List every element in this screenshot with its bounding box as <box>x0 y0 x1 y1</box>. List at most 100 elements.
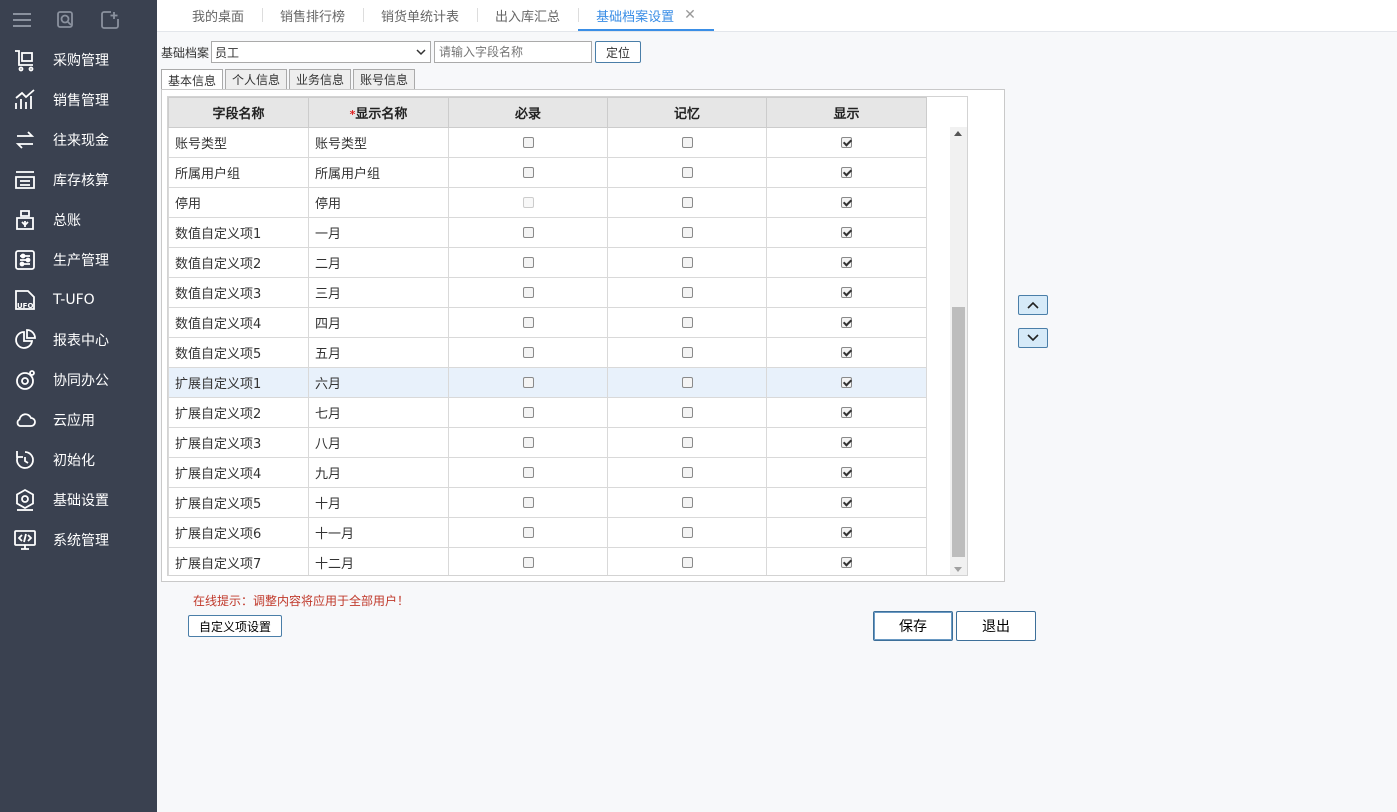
show-checkbox[interactable] <box>841 167 852 178</box>
table-row[interactable]: 扩展自定义项2 七月 <box>168 397 927 428</box>
table-row[interactable]: 数值自定义项1 一月 <box>168 217 927 248</box>
memory-checkbox[interactable] <box>681 467 693 478</box>
show-checkbox[interactable] <box>841 497 852 508</box>
exit-button[interactable]: 退出 <box>956 611 1036 641</box>
mandatory-checkbox[interactable] <box>522 407 534 418</box>
mandatory-checkbox[interactable] <box>522 557 534 568</box>
tab-sales-stats[interactable]: 销货单统计表 <box>363 0 477 31</box>
table-row[interactable]: 数值自定义项4 四月 <box>168 307 927 338</box>
vertical-scrollbar[interactable] <box>950 127 967 575</box>
memory-checkbox[interactable] <box>681 197 693 208</box>
archive-select[interactable]: 员工 <box>211 41 432 63</box>
sidebar-item-tufo[interactable]: UFO T-UFO <box>0 280 157 320</box>
subtab-account-info[interactable]: 账号信息 <box>353 69 416 89</box>
memory-checkbox[interactable] <box>681 557 693 568</box>
memory-checkbox[interactable] <box>681 437 693 448</box>
sidebar-item-label: 云应用 <box>53 413 95 429</box>
memory-checkbox[interactable] <box>681 527 693 538</box>
mandatory-checkbox[interactable] <box>522 377 534 388</box>
table-row[interactable]: 扩展自定义项3 八月 <box>168 427 927 458</box>
show-checkbox[interactable] <box>841 137 852 148</box>
sidebar-item-sales[interactable]: 销售管理 <box>0 80 157 120</box>
mandatory-checkbox[interactable] <box>522 497 534 508</box>
memory-checkbox[interactable] <box>681 287 693 298</box>
add-tab-icon[interactable] <box>100 10 120 30</box>
display-name-cell: 十一月 <box>308 517 449 548</box>
subtab-basic-info[interactable]: 基本信息 <box>161 69 224 90</box>
locate-button[interactable]: 定位 <box>595 41 642 63</box>
show-checkbox[interactable] <box>841 407 852 418</box>
mandatory-checkbox[interactable] <box>522 257 534 268</box>
show-checkbox[interactable] <box>841 527 852 538</box>
memory-checkbox[interactable] <box>681 167 693 178</box>
show-checkbox[interactable] <box>841 347 852 358</box>
show-checkbox[interactable] <box>841 287 852 298</box>
search-doc-icon[interactable] <box>56 10 76 30</box>
memory-checkbox[interactable] <box>681 347 693 358</box>
show-checkbox[interactable] <box>841 437 852 448</box>
show-checkbox[interactable] <box>841 227 852 238</box>
tab-stock-summary[interactable]: 出入库汇总 <box>477 0 578 31</box>
memory-checkbox[interactable] <box>681 137 693 148</box>
show-checkbox[interactable] <box>841 557 852 568</box>
table-row[interactable]: 数值自定义项2 二月 <box>168 247 927 278</box>
sidebar-item-init[interactable]: 初始化 <box>0 440 157 480</box>
table-row[interactable]: 数值自定义项5 五月 <box>168 337 927 368</box>
show-checkbox[interactable] <box>841 197 852 208</box>
sidebar-item-cloud[interactable]: 云应用 <box>0 400 157 440</box>
table-row[interactable]: 所属用户组 所属用户组 <box>168 157 927 188</box>
show-checkbox[interactable] <box>841 377 852 388</box>
show-checkbox[interactable] <box>841 467 852 478</box>
mandatory-checkbox[interactable] <box>522 227 534 238</box>
table-row[interactable]: 扩展自定义项4 九月 <box>168 457 927 488</box>
sidebar-item-collab[interactable]: 协同办公 <box>0 360 157 400</box>
close-icon[interactable]: ✕ <box>684 7 696 23</box>
mandatory-checkbox[interactable] <box>522 527 534 538</box>
move-down-button[interactable] <box>1018 328 1048 348</box>
memory-checkbox[interactable] <box>681 227 693 238</box>
save-button[interactable]: 保存 <box>873 611 953 641</box>
menu-icon[interactable] <box>12 10 32 30</box>
mandatory-checkbox[interactable] <box>522 437 534 448</box>
table-row[interactable]: 数值自定义项3 三月 <box>168 277 927 308</box>
memory-checkbox[interactable] <box>681 257 693 268</box>
memory-checkbox[interactable] <box>681 317 693 328</box>
sidebar-item-purchase[interactable]: 采购管理 <box>0 40 157 80</box>
show-checkbox[interactable] <box>841 257 852 268</box>
cloud-icon <box>12 407 38 433</box>
memory-checkbox[interactable] <box>681 497 693 508</box>
table-row[interactable]: 扩展自定义项6 十一月 <box>168 517 927 548</box>
table-row[interactable]: 扩展自定义项7 十二月 <box>168 547 927 575</box>
scroll-thumb[interactable] <box>952 307 965 557</box>
scroll-down-arrow[interactable] <box>954 567 962 572</box>
sidebar-item-reports[interactable]: 报表中心 <box>0 320 157 360</box>
table-row[interactable]: 扩展自定义项1 六月 <box>168 367 927 398</box>
scroll-up-arrow[interactable] <box>954 131 962 136</box>
sidebar-item-cash[interactable]: 往来现金 <box>0 120 157 160</box>
show-checkbox[interactable] <box>841 317 852 328</box>
sidebar-item-system[interactable]: 系统管理 <box>0 520 157 560</box>
tab-desktop[interactable]: 我的桌面 <box>157 0 262 31</box>
mandatory-checkbox[interactable] <box>522 167 534 178</box>
subtab-personal-info[interactable]: 个人信息 <box>225 69 288 89</box>
table-row[interactable]: 扩展自定义项5 十月 <box>168 487 927 518</box>
field-search-input[interactable] <box>434 41 593 63</box>
sidebar-item-ledger[interactable]: 总账 <box>0 200 157 240</box>
memory-checkbox[interactable] <box>681 407 693 418</box>
mandatory-checkbox[interactable] <box>522 467 534 478</box>
memory-checkbox[interactable] <box>681 377 693 388</box>
mandatory-checkbox[interactable] <box>522 347 534 358</box>
mandatory-checkbox[interactable] <box>522 317 534 328</box>
custom-fields-button[interactable]: 自定义项设置 <box>188 615 283 637</box>
tab-sales-ranking[interactable]: 销售排行榜 <box>262 0 363 31</box>
table-row[interactable]: 账号类型 账号类型 <box>168 127 927 158</box>
mandatory-checkbox[interactable] <box>522 287 534 298</box>
mandatory-checkbox[interactable] <box>522 137 534 148</box>
tab-basic-archive-settings[interactable]: 基础档案设置 ✕ <box>578 0 714 31</box>
sidebar-item-production[interactable]: 生产管理 <box>0 240 157 280</box>
move-up-button[interactable] <box>1018 295 1048 315</box>
subtab-business-info[interactable]: 业务信息 <box>289 69 352 89</box>
table-row[interactable]: 停用 停用 <box>168 187 927 218</box>
sidebar-item-basic-settings[interactable]: 基础设置 <box>0 480 157 520</box>
sidebar-item-inventory[interactable]: 库存核算 <box>0 160 157 200</box>
